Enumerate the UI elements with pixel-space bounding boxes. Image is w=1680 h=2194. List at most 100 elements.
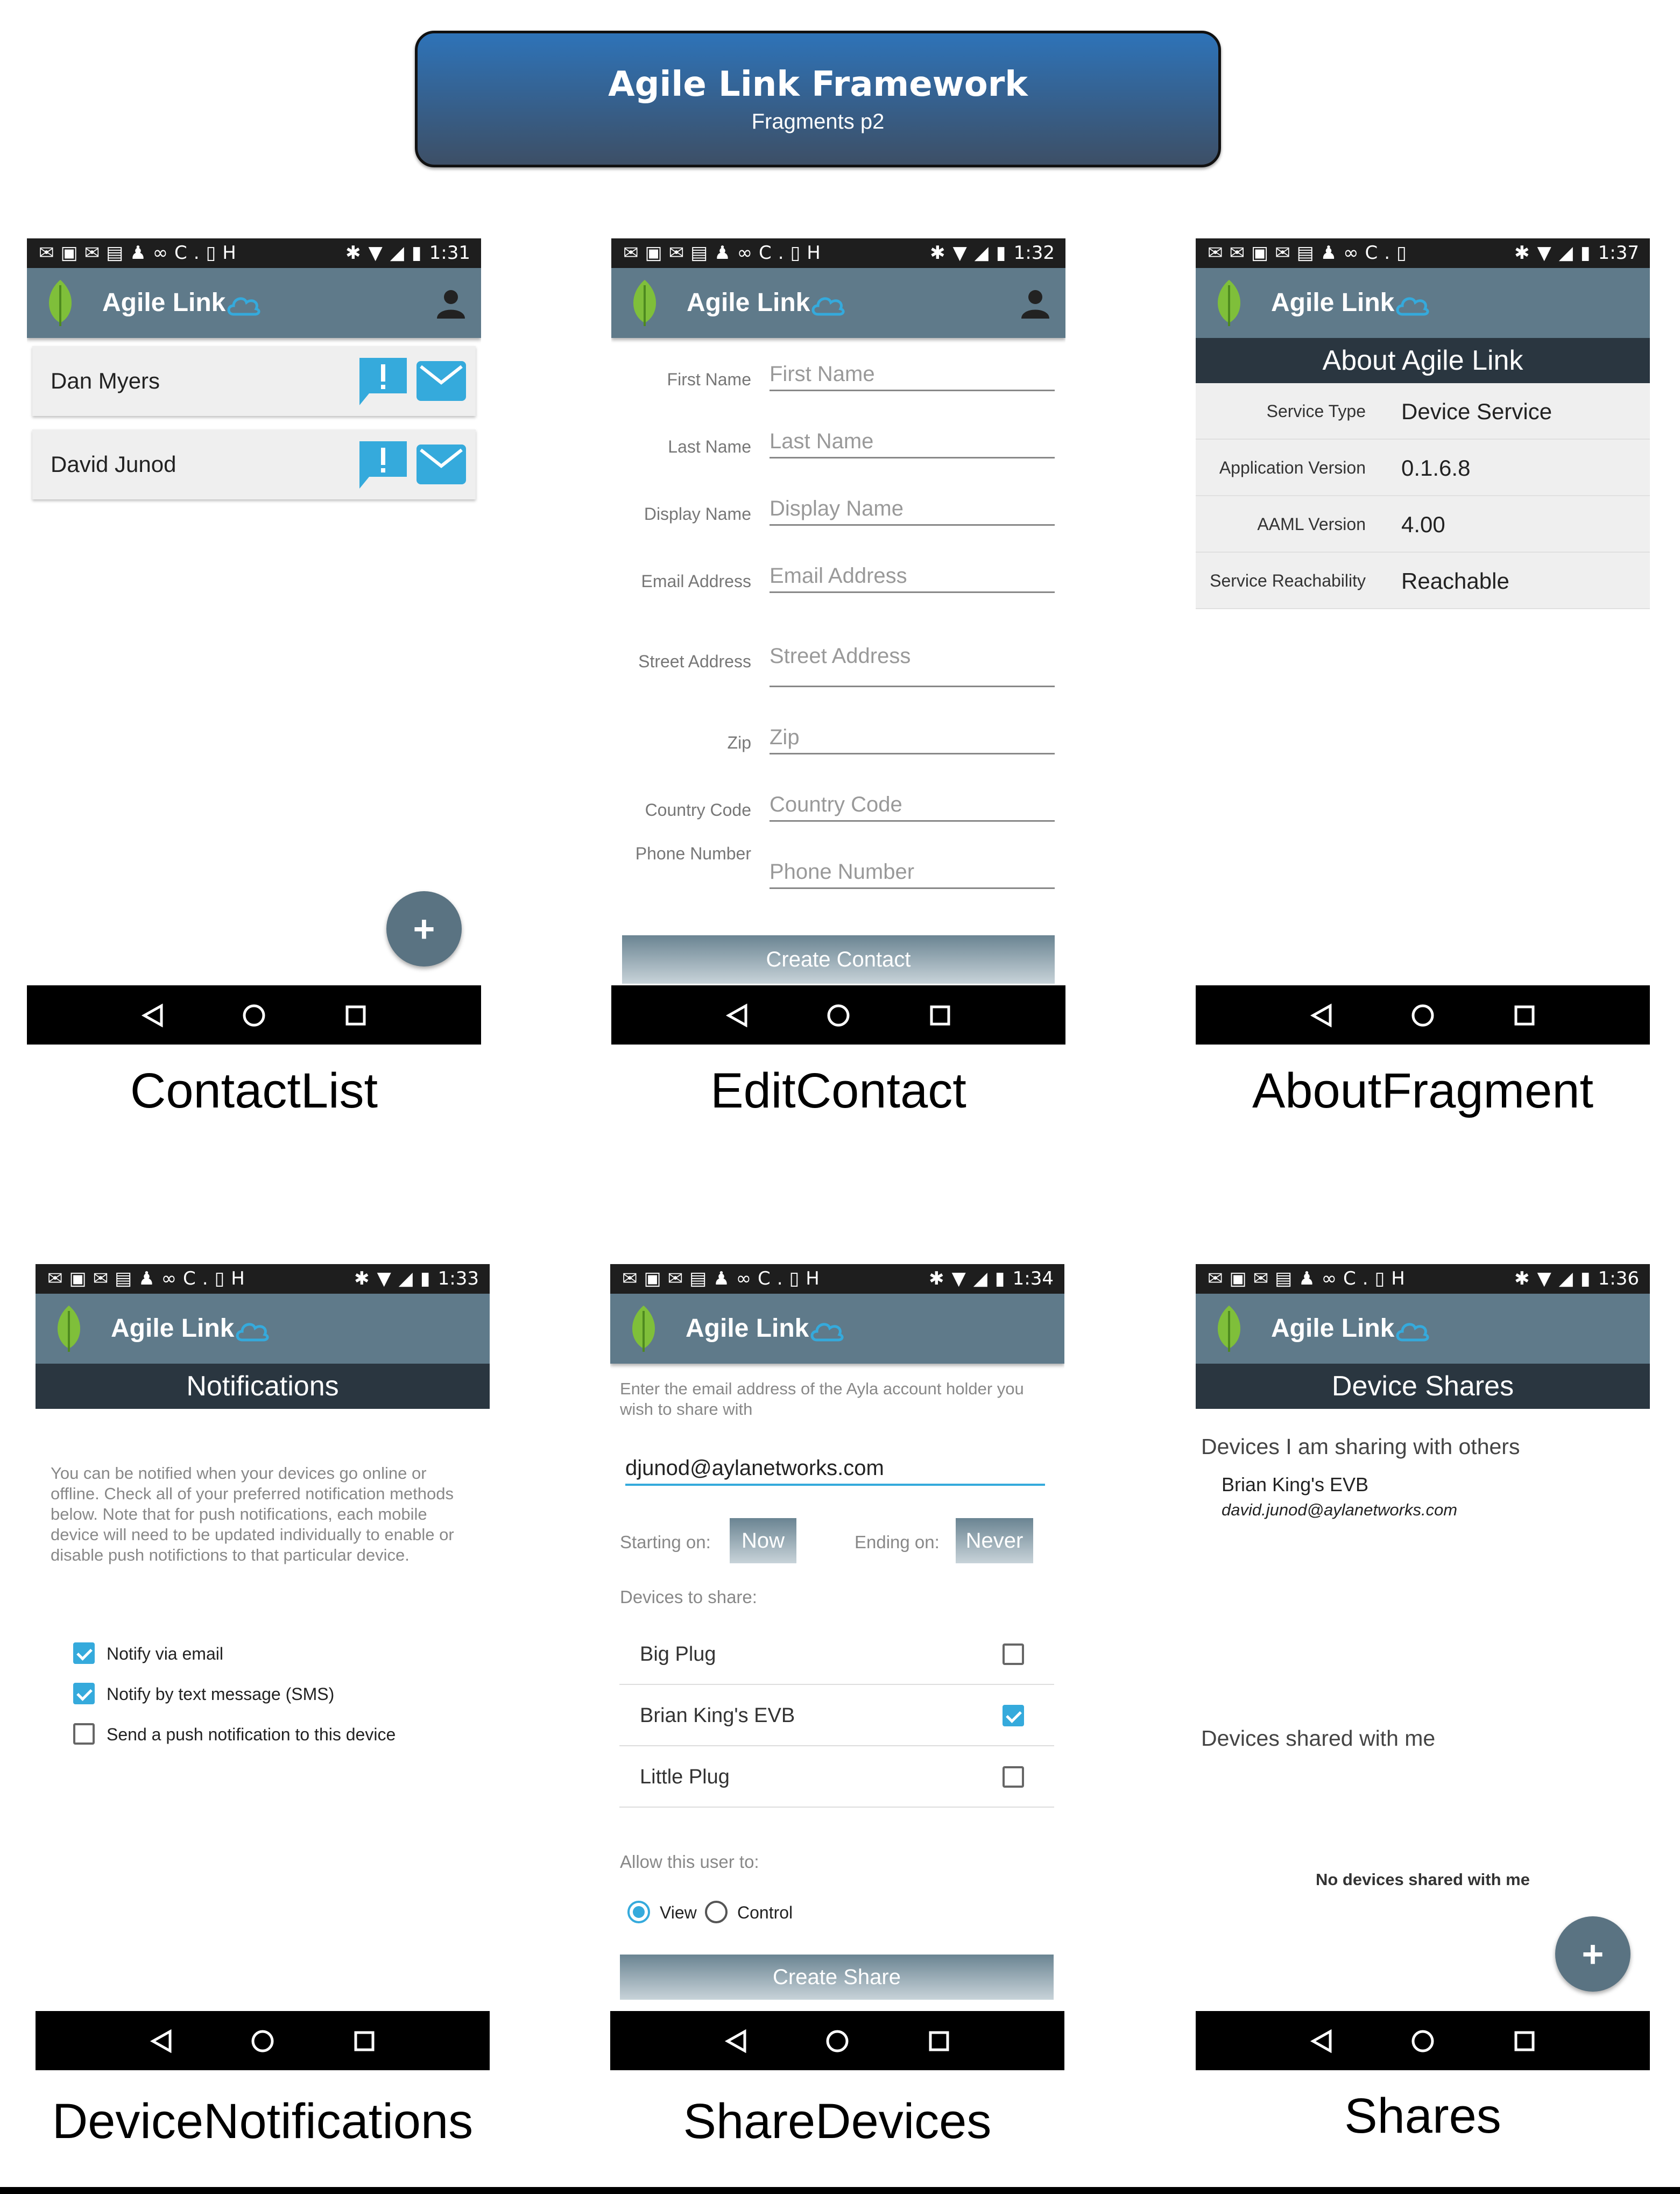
email-address-input[interactable]: Email Address [770,564,1055,593]
home-icon[interactable] [827,1004,850,1027]
home-icon[interactable] [1411,2029,1435,2053]
street-address-input[interactable]: Street Address [770,644,1055,687]
display-name-input[interactable]: Display Name [770,497,1055,526]
back-icon[interactable] [1310,2029,1333,2053]
field-label: Email Address [641,572,751,591]
device-row[interactable]: Big Plug [619,1624,1054,1685]
shared-device-name[interactable]: Brian King's EVB [1222,1473,1368,1496]
back-icon[interactable] [724,2029,748,2053]
phone-notifications: ✉▣✉▤♟∞C.▯H ✱ ▼ ◢ ▮ 1:33 Agile Link Notificat… [36,1264,490,2070]
control-radio[interactable] [705,1901,728,1923]
back-icon[interactable] [141,1004,165,1027]
info-key: Service Reachability [1210,571,1366,590]
back-icon[interactable] [725,1004,749,1027]
status-bar: ✉▣✉▤♟∞C.▯H ✱ ▼ ◢ ▮ 1:33 [36,1264,490,1294]
recents-icon[interactable] [928,1004,952,1027]
device-name: Brian King's EVB [640,1704,795,1727]
info-row-app-version: Application Version 0.1.6.8 [1196,440,1650,496]
back-icon[interactable] [1310,1004,1333,1027]
bottom-rule [0,2187,1680,2194]
info-value: 0.1.6.8 [1401,455,1471,481]
info-key: Service Type [1266,401,1366,421]
notification-icons: ✉▣✉▤♟∞C.▯H [623,242,827,264]
app-title: Agile Link [687,288,810,317]
app-bar: Agile Link [1196,268,1650,338]
recents-icon[interactable] [927,2029,951,2053]
device-checkbox[interactable] [1003,1766,1024,1788]
create-contact-button[interactable]: Create Contact [622,935,1055,984]
start-date-button[interactable]: Now [730,1518,796,1563]
email-icon[interactable] [415,439,467,490]
status-bar: ✉▣✉▤♟∞C.▯H ✱ ▼ ◢ ▮ 1:36 [1196,1264,1650,1294]
recents-icon[interactable] [352,2029,376,2053]
first-name-input[interactable]: First Name [770,362,1055,391]
notification-icons: ✉▣✉▤♟∞C.▯H [1208,1268,1411,1289]
phone-shares: ✉▣✉▤♟∞C.▯H ✱ ▼ ◢ ▮ 1:36 Agile Link Device Sh… [1196,1264,1650,2070]
user-icon[interactable] [436,288,466,319]
battery-icon: ▮ [1580,1268,1591,1289]
create-share-button[interactable]: Create Share [620,1955,1054,2000]
home-icon[interactable] [251,2029,274,2053]
banner-title: Agile Link Framework [608,65,1028,104]
field-label: Display Name [644,504,751,524]
section-header: Notifications [36,1364,490,1409]
notifications-description: You can be notified when your devices go… [51,1464,454,1564]
ending-on-label: Ending on: [855,1532,940,1552]
view-radio[interactable] [627,1901,650,1923]
clock: 1:32 [1013,242,1055,264]
leaf-logo-icon [1217,1306,1241,1352]
phone-number-input[interactable]: Phone Number [770,860,1055,889]
home-icon[interactable] [1411,1004,1435,1027]
devices-to-share-label: Devices to share: [620,1587,757,1607]
shared-with-me-title: Devices shared with me [1201,1726,1436,1751]
sms-alert-icon[interactable] [357,439,409,490]
last-name-input[interactable]: Last Name [770,429,1055,458]
home-icon[interactable] [825,2029,849,2053]
field-label: Country Code [645,800,751,820]
clock: 1:34 [1012,1268,1054,1289]
section-header: About Agile Link [1196,338,1650,383]
contact-card[interactable]: David Junod [32,429,476,499]
leaf-logo-icon [48,280,72,326]
device-checkbox[interactable] [1003,1705,1024,1726]
info-row-aaml-version: AAML Version 4.00 [1196,496,1650,553]
screen-caption: ShareDevices [683,2094,992,2149]
recents-icon[interactable] [344,1004,368,1027]
device-row[interactable]: Brian King's EVB [619,1685,1054,1746]
email-input[interactable]: djunod@aylanetworks.com [625,1456,1045,1486]
home-icon[interactable] [242,1004,266,1027]
contact-card[interactable]: Dan Myers [32,346,476,416]
zip-input[interactable]: Zip [770,725,1055,754]
push-notification-checkbox[interactable] [73,1723,95,1745]
battery-icon: ▮ [1580,242,1591,264]
leaf-logo-icon [57,1306,81,1352]
bluetooth-icon: ✱ [1514,1268,1530,1289]
add-contact-button[interactable]: + [386,891,462,967]
email-icon[interactable] [415,356,467,406]
bluetooth-icon: ✱ [345,242,361,264]
signal-icon: ◢ [973,1268,987,1289]
app-bar: Agile Link [1196,1294,1650,1364]
end-date-button[interactable]: Never [956,1518,1033,1563]
notify-email-checkbox[interactable] [73,1642,95,1664]
cloud-icon [1396,297,1429,316]
cloud-icon [811,297,845,316]
sms-alert-icon[interactable] [357,356,409,406]
user-icon[interactable] [1020,288,1050,319]
back-icon[interactable] [150,2029,173,2053]
field-label: Zip [727,733,751,752]
checkbox-label: Notify by text message (SMS) [107,1684,335,1704]
device-row[interactable]: Little Plug [619,1747,1054,1808]
device-checkbox[interactable] [1003,1643,1024,1665]
recents-icon[interactable] [1513,2029,1536,2053]
signal-icon: ◢ [398,1268,413,1289]
add-share-button[interactable]: + [1555,1916,1630,1992]
battery-icon: ▮ [420,1268,430,1289]
status-bar: ✉▣✉▤♟∞C.▯H ✱ ▼ ◢ ▮ 1:32 [611,238,1065,268]
recents-icon[interactable] [1513,1004,1536,1027]
clock: 1:33 [437,1268,479,1289]
status-bar: ✉▣✉▤♟∞C.▯H ✱ ▼ ◢ ▮ 1:34 [610,1264,1064,1294]
country-code-input[interactable]: Country Code [770,793,1055,822]
notify-sms-checkbox[interactable] [73,1683,95,1704]
navigation-bar [1196,2011,1650,2070]
